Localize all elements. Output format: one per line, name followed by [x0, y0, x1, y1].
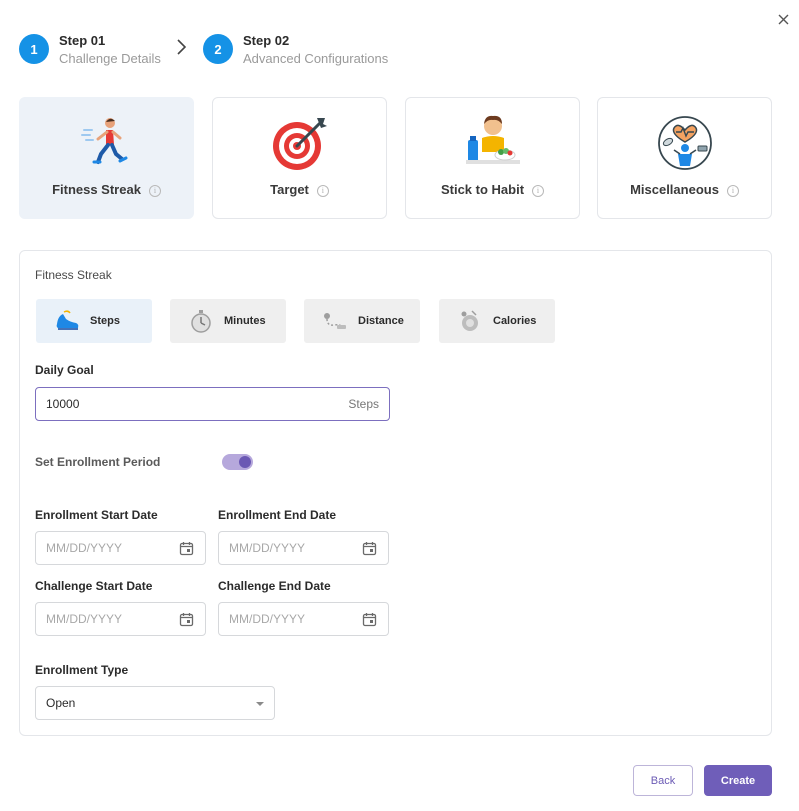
step-2-title: Step 02	[243, 33, 290, 48]
info-icon[interactable]: i	[316, 185, 329, 197]
chevron-right-icon	[177, 39, 187, 55]
daily-goal-input[interactable]	[36, 397, 326, 411]
daily-goal-field[interactable]: Steps	[35, 387, 390, 421]
step-2[interactable]: 2 Step 02 Advanced Configurations	[203, 33, 388, 67]
metric-steps[interactable]: Steps	[36, 299, 152, 343]
enrollment-end-input[interactable]	[219, 541, 349, 555]
stopwatch-icon	[188, 308, 214, 334]
wellness-icon	[657, 116, 712, 170]
metric-distance[interactable]: Distance	[304, 299, 420, 343]
info-icon[interactable]: i	[726, 185, 739, 197]
distance-icon	[322, 308, 348, 334]
habit-icon	[465, 115, 520, 164]
category-card-fitness-streak[interactable]: Fitness Streak i	[19, 97, 194, 219]
step-1-title: Step 01	[59, 33, 106, 48]
enrollment-type-label: Enrollment Type	[35, 663, 129, 677]
toggle-knob	[239, 456, 251, 468]
close-button[interactable]	[772, 8, 794, 30]
step-1-subtitle: Challenge Details	[59, 51, 161, 66]
category-label: Fitness Streak	[52, 182, 141, 197]
challenge-end-label: Challenge End Date	[218, 579, 331, 593]
enrollment-period-toggle[interactable]	[222, 454, 253, 470]
challenge-start-label: Challenge Start Date	[35, 579, 153, 593]
category-label: Miscellaneous	[630, 182, 719, 197]
challenge-start-field[interactable]	[35, 602, 206, 636]
enrollment-end-field[interactable]	[218, 531, 389, 565]
calendar-icon[interactable]	[179, 541, 194, 556]
section-title: Fitness Streak	[35, 268, 112, 282]
metric-calories[interactable]: Calories	[439, 299, 555, 343]
category-label: Stick to Habit	[440, 182, 525, 197]
challenge-end-field[interactable]	[218, 602, 389, 636]
metric-label: Minutes	[224, 315, 266, 327]
enrollment-start-input[interactable]	[36, 541, 166, 555]
enrollment-type-select[interactable]: Open	[35, 686, 275, 720]
step-2-subtitle: Advanced Configurations	[243, 51, 389, 66]
category-label: Target	[270, 182, 309, 197]
metric-label: Steps	[90, 315, 120, 327]
step-1[interactable]: 1 Step 01 Challenge Details	[19, 33, 161, 67]
enrollment-start-field[interactable]	[35, 531, 206, 565]
category-card-miscellaneous[interactable]: Miscellaneous i	[597, 97, 772, 219]
enrollment-end-label: Enrollment End Date	[218, 508, 337, 522]
enrollment-type-value: Open	[46, 696, 76, 710]
create-button[interactable]: Create	[704, 765, 772, 796]
metric-minutes[interactable]: Minutes	[170, 299, 286, 343]
daily-goal-unit: Steps	[348, 397, 379, 411]
challenge-start-input[interactable]	[36, 612, 166, 626]
info-icon[interactable]: i	[148, 185, 161, 197]
info-icon[interactable]: i	[532, 185, 545, 197]
back-button[interactable]: Back	[633, 765, 693, 796]
calendar-icon[interactable]	[362, 612, 377, 627]
step-1-number: 1	[19, 34, 49, 64]
enrollment-period-label: Set Enrollment Period	[35, 455, 161, 469]
category-card-stick-to-habit[interactable]: Stick to Habit i	[405, 97, 580, 219]
shoe-icon	[54, 308, 80, 334]
close-icon	[778, 14, 788, 24]
calendar-icon[interactable]	[362, 541, 377, 556]
daily-goal-label: Daily Goal	[35, 363, 94, 377]
category-card-target[interactable]: Target i	[212, 97, 387, 219]
step-2-number: 2	[203, 34, 233, 64]
enrollment-start-label: Enrollment Start Date	[35, 508, 158, 522]
challenge-end-input[interactable]	[219, 612, 349, 626]
runner-icon	[80, 118, 127, 164]
calories-icon	[457, 308, 483, 334]
caret-down-icon	[256, 702, 264, 706]
metric-label: Distance	[358, 315, 404, 327]
target-icon	[272, 118, 327, 170]
calendar-icon[interactable]	[179, 612, 194, 627]
metric-label: Calories	[493, 315, 537, 327]
